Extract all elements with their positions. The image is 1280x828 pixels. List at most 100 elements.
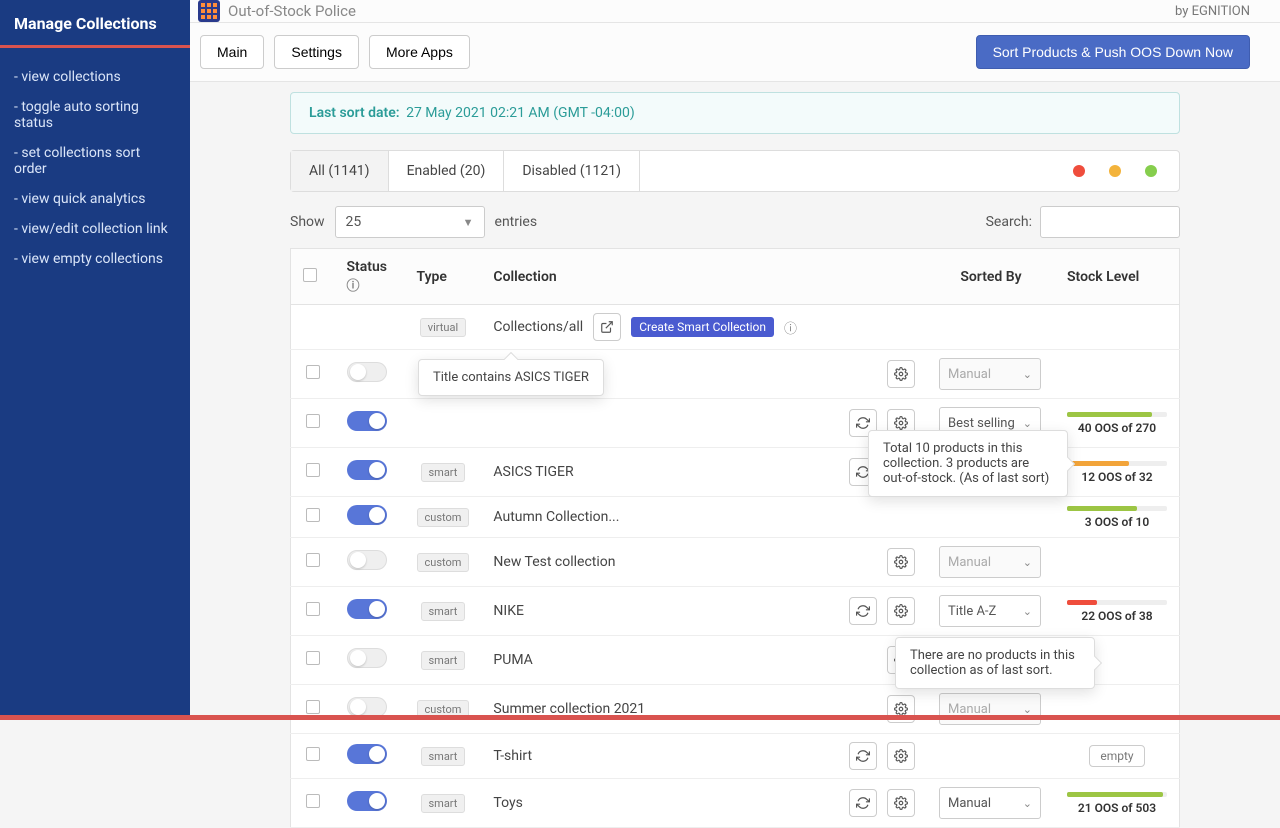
- collection-name: Collections/all: [493, 319, 583, 335]
- sidebar: Manage Collections - view collections - …: [0, 0, 190, 720]
- gear-icon[interactable]: [887, 789, 915, 817]
- refresh-icon[interactable]: [849, 597, 877, 625]
- empty-badge: empty: [1089, 745, 1144, 767]
- table-row: smartToysManual⌄21 OOS of 503: [291, 779, 1180, 828]
- tab-all[interactable]: All (1141): [291, 151, 389, 191]
- collection-name: New Test collection: [493, 554, 615, 570]
- row-checkbox[interactable]: [306, 700, 320, 714]
- select-all-checkbox[interactable]: [303, 268, 317, 282]
- row-checkbox[interactable]: [306, 365, 320, 379]
- type-badge: smart: [421, 651, 466, 670]
- row-checkbox[interactable]: [306, 414, 320, 428]
- gear-icon[interactable]: [887, 548, 915, 576]
- collection-name: NIKE: [493, 603, 524, 619]
- table-row: custom New Test collection Manual ⌄: [291, 538, 1180, 587]
- sorted-by-value: Title A-Z: [948, 604, 996, 619]
- row-checkbox[interactable]: [306, 747, 320, 761]
- gear-icon[interactable]: [887, 597, 915, 625]
- row-checkbox[interactable]: [306, 602, 320, 616]
- app-author: by EGNITION: [1175, 4, 1250, 19]
- stock-detail-tooltip: Total 10 products in this collection. 3 …: [868, 430, 1068, 497]
- app-logo-icon: [198, 0, 220, 22]
- table-row: smart NIKE Title A-Z ⌄ 22 OOS of 38: [291, 587, 1180, 636]
- status-toggle[interactable]: [347, 460, 387, 480]
- status-toggle[interactable]: [347, 697, 387, 717]
- create-smart-collection-button[interactable]: Create Smart Collection: [631, 317, 774, 337]
- col-status: Status: [347, 259, 387, 275]
- sidebar-item-empty-collections[interactable]: - view empty collections: [0, 244, 190, 274]
- chevron-down-icon: ⌄: [1023, 556, 1032, 569]
- type-badge: smart: [421, 602, 466, 621]
- col-collection: Collection: [481, 249, 927, 305]
- gear-icon[interactable]: [887, 742, 915, 770]
- sort-now-button[interactable]: Sort Products & Push OOS Down Now: [976, 35, 1250, 69]
- main-button[interactable]: Main: [200, 35, 264, 69]
- stock-bar: [1067, 412, 1167, 417]
- toolbar: Main Settings More Apps Sort Products & …: [190, 23, 1280, 82]
- last-sort-banner: Last sort date: 27 May 2021 02:21 AM (GM…: [290, 92, 1180, 134]
- stock-level-text: 21 OOS of 503: [1067, 801, 1167, 815]
- filter-tabs: All (1141) Enabled (20) Disabled (1121): [290, 150, 1180, 192]
- legend-dot-amber[interactable]: [1109, 165, 1121, 177]
- status-toggle[interactable]: [347, 411, 387, 431]
- type-badge: custom: [417, 553, 470, 572]
- sidebar-item-toggle-auto-sort[interactable]: - toggle auto sorting status: [0, 92, 190, 138]
- sidebar-item-view-collections[interactable]: - view collections: [0, 62, 190, 92]
- legend-dot-red[interactable]: [1073, 165, 1085, 177]
- sidebar-title: Manage Collections: [0, 14, 190, 48]
- col-type: Type: [405, 249, 482, 305]
- empty-collection-tooltip: There are no products in this collection…: [895, 637, 1095, 689]
- legend-dot-green[interactable]: [1145, 165, 1157, 177]
- table-row-all: virtual Collections/all Create Smart Colle…: [291, 305, 1180, 350]
- sorted-by-select: Manual ⌄: [939, 546, 1041, 578]
- chevron-down-icon: ⌄: [1023, 703, 1032, 716]
- collections-table: Status ⓘ Type Collection Sorted By Stock…: [290, 248, 1180, 828]
- chevron-down-icon: ⌄: [1023, 605, 1032, 618]
- stock-bar: [1067, 461, 1167, 466]
- gear-icon[interactable]: [887, 360, 915, 388]
- refresh-icon[interactable]: [849, 742, 877, 770]
- type-badge: virtual: [420, 318, 466, 337]
- create-help-icon[interactable]: ⓘ: [784, 318, 797, 337]
- row-checkbox[interactable]: [306, 508, 320, 522]
- status-toggle[interactable]: [347, 648, 387, 668]
- collection-name: Autumn Collection...: [493, 509, 619, 525]
- sidebar-item-edit-link[interactable]: - view/edit collection link: [0, 214, 190, 244]
- row-checkbox[interactable]: [306, 794, 320, 808]
- app-title: Out-of-Stock Police: [228, 2, 356, 20]
- stock-level-text: 22 OOS of 38: [1067, 609, 1167, 623]
- search-input[interactable]: [1040, 206, 1180, 238]
- status-toggle[interactable]: [347, 791, 387, 811]
- collection-name: Toys: [493, 795, 522, 811]
- row-checkbox[interactable]: [306, 553, 320, 567]
- status-toggle[interactable]: [347, 505, 387, 525]
- refresh-icon[interactable]: [849, 789, 877, 817]
- tab-enabled[interactable]: Enabled (20): [389, 151, 505, 191]
- open-external-icon[interactable]: [593, 313, 621, 341]
- sorted-by-value: Manual: [948, 367, 991, 382]
- sidebar-item-set-sort-order[interactable]: - set collections sort order: [0, 138, 190, 184]
- status-toggle[interactable]: [347, 362, 387, 382]
- row-checkbox[interactable]: [306, 651, 320, 665]
- last-sort-value: 27 May 2021 02:21 AM (GMT -04:00): [406, 105, 635, 121]
- status-help-icon[interactable]: ⓘ: [347, 279, 360, 294]
- sorted-by-value: Manual: [948, 555, 991, 570]
- status-toggle[interactable]: [347, 599, 387, 619]
- table-row: customAutumn Collection...3 OOS of 10: [291, 497, 1180, 538]
- status-toggle[interactable]: [347, 550, 387, 570]
- sorted-by-select[interactable]: Manual⌄: [939, 787, 1041, 819]
- sorted-by-select: Manual⌄: [939, 693, 1041, 725]
- page-size-select[interactable]: 25 ▼: [335, 206, 485, 238]
- stock-bar: [1067, 506, 1167, 511]
- col-sorted-by: Sorted By: [927, 249, 1055, 305]
- search-label: Search:: [986, 214, 1032, 230]
- more-apps-button[interactable]: More Apps: [369, 35, 470, 69]
- stock-level-text: 12 OOS of 32: [1067, 470, 1167, 484]
- tab-disabled[interactable]: Disabled (1121): [504, 151, 640, 191]
- row-checkbox[interactable]: [306, 463, 320, 477]
- sorted-by-select[interactable]: Title A-Z ⌄: [939, 595, 1041, 627]
- bottom-accent-bar: [0, 715, 1280, 720]
- status-toggle[interactable]: [347, 744, 387, 764]
- sidebar-item-quick-analytics[interactable]: - view quick analytics: [0, 184, 190, 214]
- settings-button[interactable]: Settings: [274, 35, 359, 69]
